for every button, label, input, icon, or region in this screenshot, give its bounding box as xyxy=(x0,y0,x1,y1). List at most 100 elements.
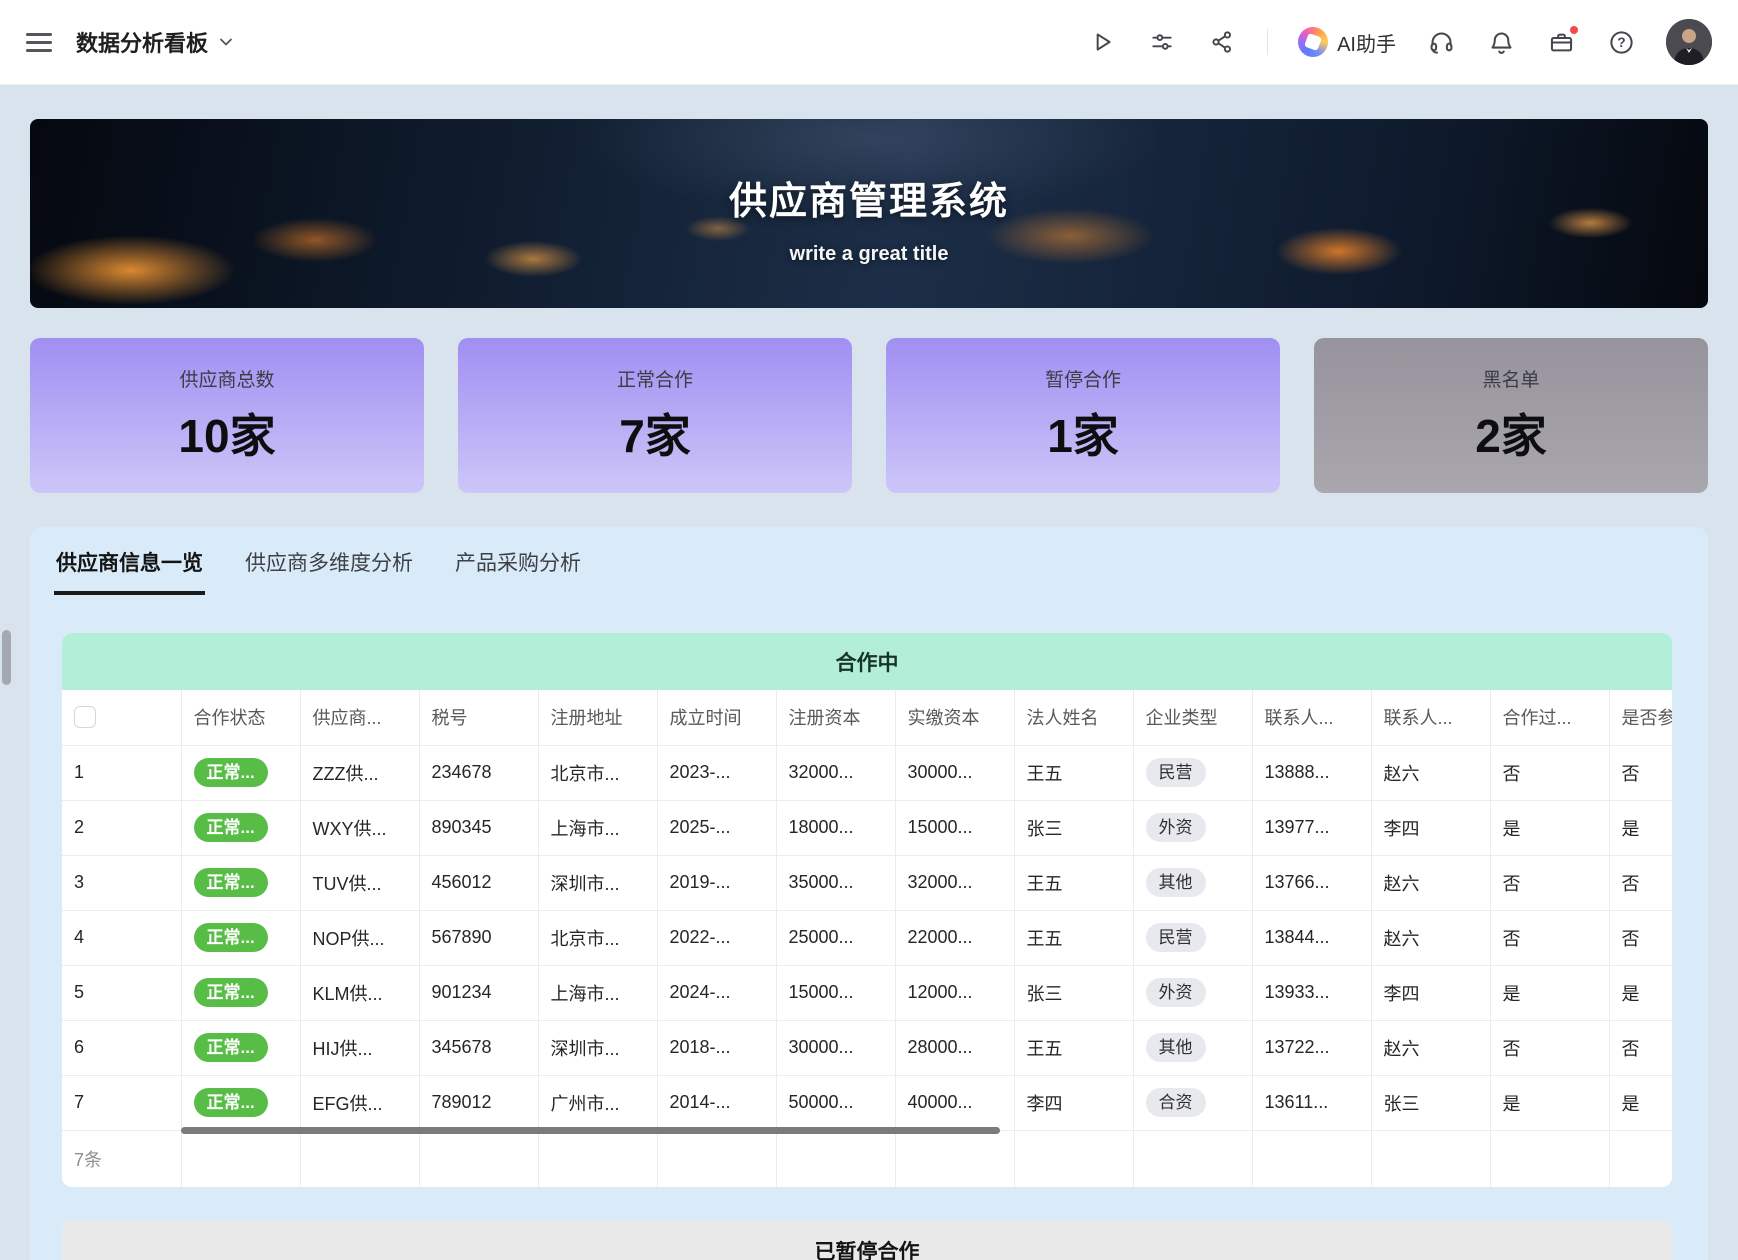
coop-cell[interactable]: 否 xyxy=(1490,855,1609,910)
address-cell[interactable]: 北京市... xyxy=(538,910,657,965)
reg_capital-cell[interactable]: 50000... xyxy=(776,1075,895,1130)
reg_capital-cell[interactable]: 30000... xyxy=(776,1020,895,1075)
contact_phone-cell[interactable]: 13977... xyxy=(1252,800,1371,855)
founded-cell[interactable]: 2019-... xyxy=(657,855,776,910)
ai-assistant-button[interactable]: AI助手 xyxy=(1298,27,1396,57)
paid_capital-cell[interactable]: 40000... xyxy=(895,1075,1014,1130)
column-header-5[interactable]: 成立时间 xyxy=(657,690,776,745)
select-all-checkbox[interactable] xyxy=(74,706,96,728)
play-button[interactable] xyxy=(1087,27,1117,57)
supplier-cell[interactable]: EFG供... xyxy=(300,1075,419,1130)
horizontal-scrollbar[interactable] xyxy=(181,1127,1000,1134)
participate-cell[interactable]: 否 xyxy=(1609,855,1672,910)
tab-1[interactable]: 供应商信息一览 xyxy=(54,543,205,595)
supplier-cell[interactable]: NOP供... xyxy=(300,910,419,965)
reg_capital-cell[interactable]: 32000... xyxy=(776,745,895,800)
supplier-cell[interactable]: HIJ供... xyxy=(300,1020,419,1075)
status-cell[interactable]: 正常... xyxy=(181,855,300,910)
participate-cell[interactable]: 否 xyxy=(1609,1020,1672,1075)
column-header-8[interactable]: 法人姓名 xyxy=(1014,690,1133,745)
type-cell[interactable]: 外资 xyxy=(1133,965,1252,1020)
status-cell[interactable]: 正常... xyxy=(181,910,300,965)
address-cell[interactable]: 北京市... xyxy=(538,745,657,800)
tax-cell[interactable]: 234678 xyxy=(419,745,538,800)
type-cell[interactable]: 外资 xyxy=(1133,800,1252,855)
avatar[interactable] xyxy=(1666,19,1712,65)
contact-cell[interactable]: 李四 xyxy=(1371,800,1490,855)
coop-cell[interactable]: 否 xyxy=(1490,745,1609,800)
coop-cell[interactable]: 否 xyxy=(1490,1020,1609,1075)
status-cell[interactable]: 正常... xyxy=(181,1075,300,1130)
reg_capital-cell[interactable]: 25000... xyxy=(776,910,895,965)
type-cell[interactable]: 民营 xyxy=(1133,745,1252,800)
vertical-scrollbar[interactable] xyxy=(2,630,11,685)
address-cell[interactable]: 深圳市... xyxy=(538,855,657,910)
legal-cell[interactable]: 王五 xyxy=(1014,855,1133,910)
contact-cell[interactable]: 赵六 xyxy=(1371,855,1490,910)
paid_capital-cell[interactable]: 12000... xyxy=(895,965,1014,1020)
reg_capital-cell[interactable]: 15000... xyxy=(776,965,895,1020)
legal-cell[interactable]: 王五 xyxy=(1014,1020,1133,1075)
menu-icon[interactable] xyxy=(26,28,54,56)
column-header-4[interactable]: 注册地址 xyxy=(538,690,657,745)
tax-cell[interactable]: 456012 xyxy=(419,855,538,910)
column-header-6[interactable]: 注册资本 xyxy=(776,690,895,745)
address-cell[interactable]: 上海市... xyxy=(538,800,657,855)
contact_phone-cell[interactable]: 13933... xyxy=(1252,965,1371,1020)
participate-cell[interactable]: 否 xyxy=(1609,745,1672,800)
paid_capital-cell[interactable]: 15000... xyxy=(895,800,1014,855)
type-cell[interactable]: 合资 xyxy=(1133,1075,1252,1130)
address-cell[interactable]: 上海市... xyxy=(538,965,657,1020)
contact_phone-cell[interactable]: 13844... xyxy=(1252,910,1371,965)
participate-cell[interactable]: 是 xyxy=(1609,800,1672,855)
column-header-11[interactable]: 联系人... xyxy=(1371,690,1490,745)
supplier-cell[interactable]: WXY供... xyxy=(300,800,419,855)
column-header-13[interactable]: 是否参... xyxy=(1609,690,1672,745)
founded-cell[interactable]: 2025-... xyxy=(657,800,776,855)
participate-cell[interactable]: 否 xyxy=(1609,910,1672,965)
headset-icon[interactable] xyxy=(1426,27,1456,57)
contact_phone-cell[interactable]: 13766... xyxy=(1252,855,1371,910)
participate-cell[interactable]: 是 xyxy=(1609,965,1672,1020)
contact-cell[interactable]: 赵六 xyxy=(1371,910,1490,965)
coop-cell[interactable]: 否 xyxy=(1490,910,1609,965)
tab-3[interactable]: 产品采购分析 xyxy=(453,543,583,595)
column-header-10[interactable]: 联系人... xyxy=(1252,690,1371,745)
contact-cell[interactable]: 赵六 xyxy=(1371,745,1490,800)
column-header-12[interactable]: 合作过... xyxy=(1490,690,1609,745)
tax-cell[interactable]: 345678 xyxy=(419,1020,538,1075)
share-icon[interactable] xyxy=(1207,27,1237,57)
type-cell[interactable]: 其他 xyxy=(1133,1020,1252,1075)
type-cell[interactable]: 其他 xyxy=(1133,855,1252,910)
sliders-icon[interactable] xyxy=(1147,27,1177,57)
founded-cell[interactable]: 2024-... xyxy=(657,965,776,1020)
briefcase-icon[interactable] xyxy=(1546,27,1576,57)
founded-cell[interactable]: 2023-... xyxy=(657,745,776,800)
paid_capital-cell[interactable]: 32000... xyxy=(895,855,1014,910)
supplier-cell[interactable]: ZZZ供... xyxy=(300,745,419,800)
tax-cell[interactable]: 567890 xyxy=(419,910,538,965)
contact-cell[interactable]: 李四 xyxy=(1371,965,1490,1020)
contact_phone-cell[interactable]: 13888... xyxy=(1252,745,1371,800)
coop-cell[interactable]: 是 xyxy=(1490,965,1609,1020)
tax-cell[interactable]: 789012 xyxy=(419,1075,538,1130)
contact_phone-cell[interactable]: 13611... xyxy=(1252,1075,1371,1130)
address-cell[interactable]: 广州市... xyxy=(538,1075,657,1130)
dashboard-title-dropdown[interactable]: 数据分析看板 xyxy=(76,26,234,58)
address-cell[interactable]: 深圳市... xyxy=(538,1020,657,1075)
participate-cell[interactable]: 是 xyxy=(1609,1075,1672,1130)
legal-cell[interactable]: 李四 xyxy=(1014,1075,1133,1130)
column-header-1[interactable]: 合作状态 xyxy=(181,690,300,745)
status-cell[interactable]: 正常... xyxy=(181,965,300,1020)
legal-cell[interactable]: 张三 xyxy=(1014,800,1133,855)
paid_capital-cell[interactable]: 30000... xyxy=(895,745,1014,800)
coop-cell[interactable]: 是 xyxy=(1490,800,1609,855)
contact_phone-cell[interactable]: 13722... xyxy=(1252,1020,1371,1075)
contact-cell[interactable]: 张三 xyxy=(1371,1075,1490,1130)
help-icon[interactable]: ? xyxy=(1606,27,1636,57)
tax-cell[interactable]: 901234 xyxy=(419,965,538,1020)
legal-cell[interactable]: 王五 xyxy=(1014,910,1133,965)
supplier-cell[interactable]: KLM供... xyxy=(300,965,419,1020)
bell-icon[interactable] xyxy=(1486,27,1516,57)
tax-cell[interactable]: 890345 xyxy=(419,800,538,855)
